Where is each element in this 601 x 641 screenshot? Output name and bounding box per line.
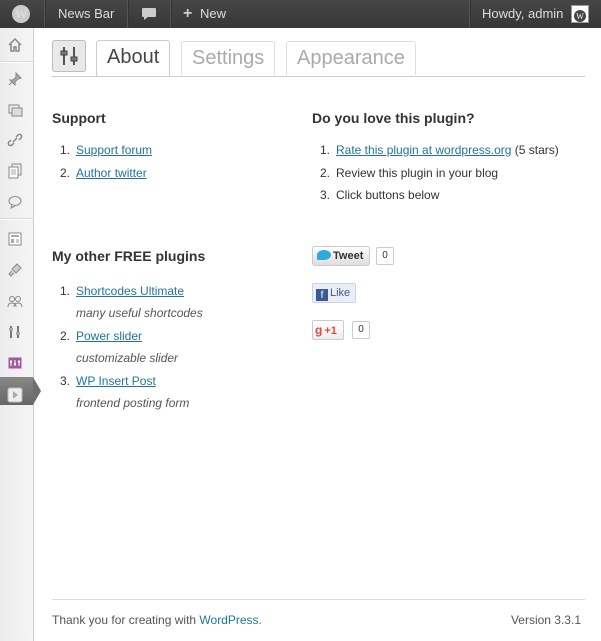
power-slider-link[interactable]: Power slider [76, 329, 142, 343]
new-label: New [199, 6, 226, 21]
admin-bar-separator [127, 0, 129, 28]
plugin-description: frontend posting form [76, 396, 190, 410]
admin-footer: Thank you for creating with WordPress. V… [52, 599, 585, 627]
tab-appearance[interactable]: Appearance [286, 41, 416, 75]
list-item: 1. Rate this plugin at wordpress.org (5 s… [320, 143, 559, 157]
list-item: 2. Author twitter [60, 166, 147, 180]
site-name-link[interactable]: News Bar [58, 0, 114, 28]
tweet-count: 0 [376, 247, 394, 265]
admin-bar: W News Bar + New Howdy, admin W [0, 0, 601, 28]
tweet-button[interactable]: Tweet [312, 246, 370, 266]
admin-bar-separator [44, 0, 46, 28]
list-item: 1. Shortcodes Ultimate many useful shortco… [60, 284, 203, 320]
google-plus-one-button[interactable]: g +1 [312, 320, 344, 340]
tweet-widget: Tweet 0 [312, 246, 432, 268]
list-item: 2. Review this plugin in your blog [320, 166, 499, 180]
list-item: 3. WP Insert Post frontend posting form [60, 374, 190, 410]
collapse-menu-icon[interactable] [6, 386, 24, 404]
dashboard-icon[interactable] [6, 36, 24, 54]
shortcodes-ultimate-link[interactable]: Shortcodes Ultimate [76, 284, 184, 298]
new-content-button[interactable]: + New [183, 0, 226, 28]
author-twitter-link[interactable]: Author twitter [76, 166, 147, 180]
support-heading: Support [52, 110, 106, 126]
tools-icon[interactable] [6, 323, 24, 341]
appearance-icon[interactable] [6, 230, 24, 248]
wordpress-link[interactable]: WordPress [199, 613, 258, 627]
media-icon[interactable] [6, 101, 24, 119]
twitter-bird-icon [317, 250, 331, 260]
comments-bubble-icon[interactable] [141, 0, 157, 28]
list-item: 1. Support forum [60, 143, 153, 157]
admin-sidebar-menu [0, 28, 41, 641]
plus-icon: + [183, 5, 193, 22]
other-plugins-list: 1. Shortcodes Ultimate many useful shortco… [52, 280, 292, 415]
rate-plugin-link[interactable]: Rate this plugin at wordpress.org [336, 143, 511, 157]
tab-bar: About Settings Appearance [52, 40, 585, 77]
tab-settings[interactable]: Settings [181, 41, 276, 75]
facebook-like-button[interactable]: f Like [312, 283, 356, 303]
howdy-account-menu[interactable]: Howdy, admin [482, 0, 563, 28]
posts-pin-icon[interactable] [6, 70, 24, 88]
comments-icon[interactable] [6, 193, 24, 211]
admin-bar-separator [469, 0, 471, 28]
links-icon[interactable] [6, 131, 24, 149]
love-plugin-heading: Do you love this plugin? [312, 110, 475, 126]
menu-separator [0, 218, 33, 220]
google-plus-icon: g [315, 323, 323, 337]
tab-about[interactable]: About [96, 40, 171, 76]
plugin-description: many useful shortcodes [76, 306, 203, 320]
list-item: 2. Power slider customizable slider [60, 329, 179, 365]
google-plus-count: 0 [352, 321, 370, 339]
love-plugin-list: 1. Rate this plugin at wordpress.org (5 s… [312, 143, 582, 210]
plugin-description: customizable slider [76, 351, 179, 365]
list-item: 3. Click buttons below [320, 188, 440, 202]
wp-insert-post-link[interactable]: WP Insert Post [76, 374, 156, 388]
settings-icon[interactable] [6, 354, 24, 372]
plugin-settings-icon [52, 40, 86, 72]
support-list: 1. Support forum 2. Author twitter [52, 143, 292, 189]
wordpress-logo-icon[interactable]: W [12, 5, 30, 23]
other-plugins-heading: My other FREE plugins [52, 248, 206, 264]
admin-bar-separator [170, 0, 172, 28]
avatar[interactable]: W [571, 5, 589, 23]
facebook-icon: f [316, 289, 328, 301]
pages-icon[interactable] [6, 162, 24, 180]
svg-text:W: W [576, 12, 584, 21]
support-forum-link[interactable]: Support forum [76, 143, 152, 157]
version-text: Version 3.3.1 [510, 613, 581, 627]
main-content: About Settings Appearance Support 1. Supp… [34, 28, 601, 641]
google-plus-widget: g +1 0 [312, 320, 392, 342]
footer-thanks: Thank you for creating with WordPress. [52, 613, 262, 627]
users-icon[interactable] [6, 292, 24, 310]
plugins-icon[interactable] [6, 261, 24, 279]
menu-separator [0, 61, 33, 63]
